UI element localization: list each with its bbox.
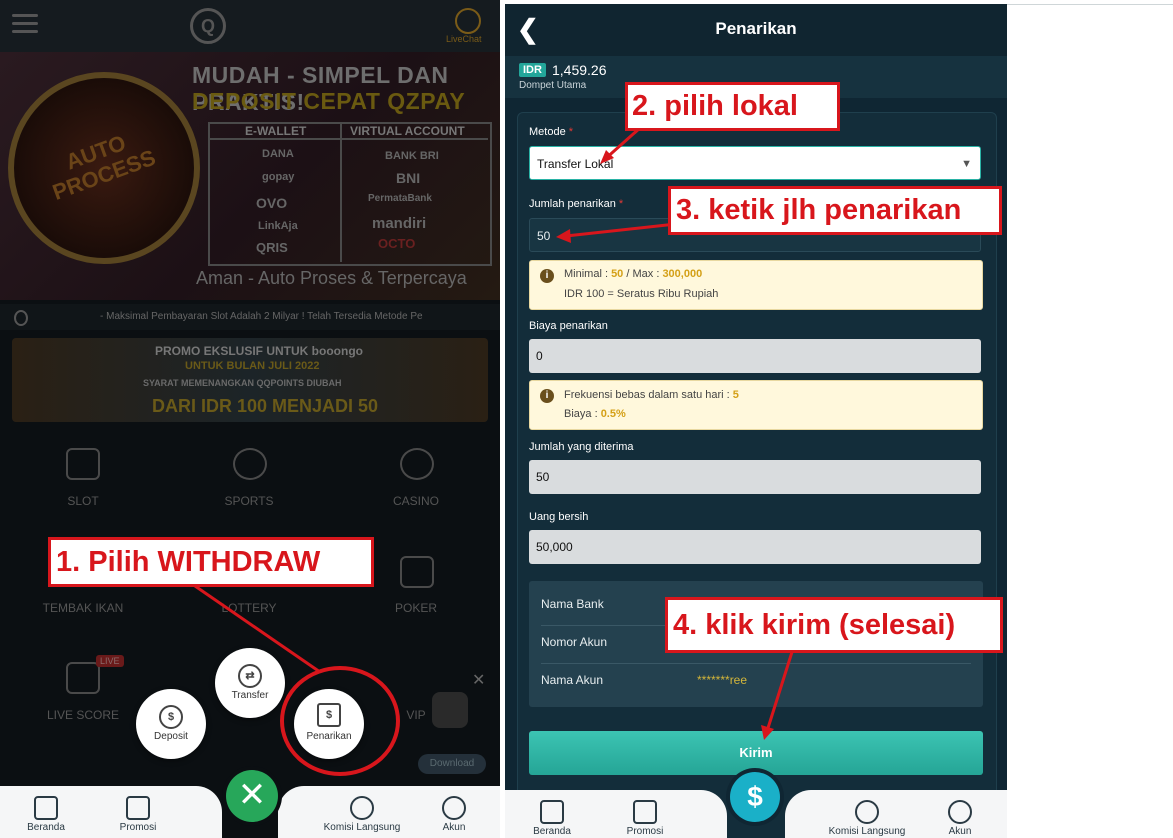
step4-arrow — [766, 651, 794, 729]
annotation-arrows — [194, 126, 794, 776]
step1-arrow — [194, 584, 321, 674]
arrowhead — [761, 725, 774, 740]
step3-arrow — [565, 222, 677, 238]
step4-annotation: 4. klik kirim (selesai) — [665, 597, 1003, 653]
step2-annotation: 2. pilih lokal — [625, 82, 840, 131]
withdraw-highlight-circle — [280, 666, 400, 776]
step1-annotation: 1. Pilih WITHDRAW — [48, 537, 374, 587]
arrowhead — [556, 229, 571, 243]
step3-annotation: 3. ketik jlh penarikan — [668, 186, 1002, 235]
